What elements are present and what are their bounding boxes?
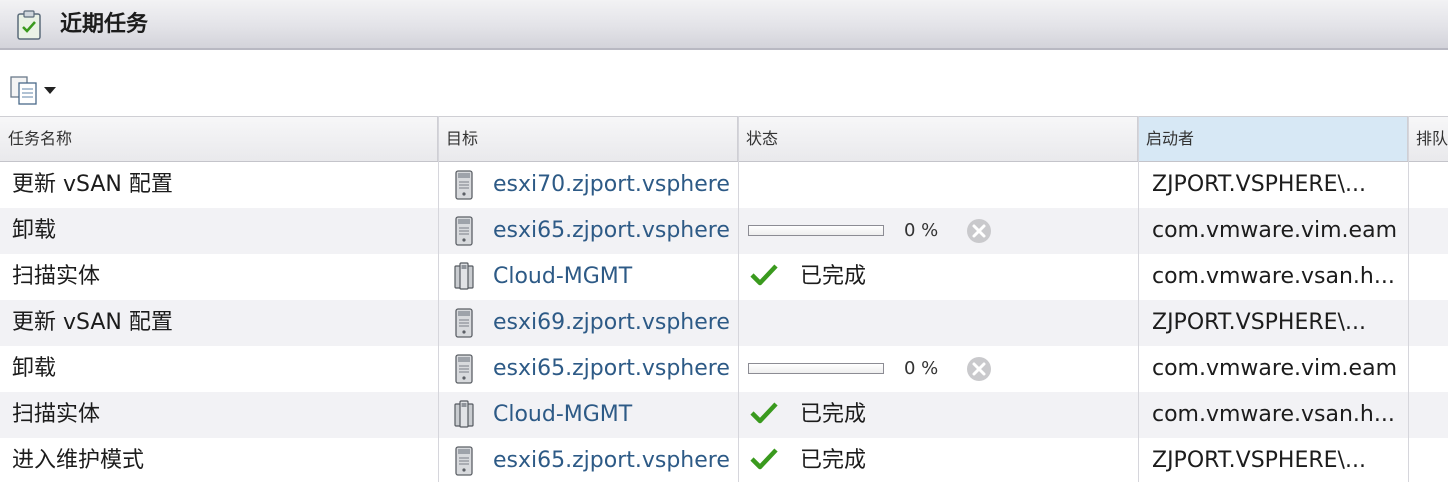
- target-cell: esxi65.zjport.vsphere: [440, 438, 738, 484]
- column-header-queued[interactable]: 排队: [1408, 117, 1448, 161]
- table-row[interactable]: 扫描实体 Cloud-MGMT 已完成 com.vmware.vsan.h...: [0, 392, 1448, 438]
- cancel-task-icon[interactable]: [966, 356, 992, 382]
- target-cell: Cloud-MGMT: [440, 254, 738, 300]
- copy-icon[interactable]: [8, 74, 40, 106]
- target-link[interactable]: esxi65.zjport.vsphere: [493, 346, 730, 392]
- column-header-task-name[interactable]: 任务名称: [0, 117, 438, 161]
- column-divider: [438, 116, 439, 482]
- panel-title: 近期任务: [60, 12, 149, 37]
- cluster-icon: [454, 400, 474, 430]
- initiator: ZJPORT.VSPHERE\...: [1152, 448, 1366, 473]
- table-header: 任务名称 目标 状态 启动者 排队: [0, 116, 1448, 162]
- status-cell: 已完成: [740, 438, 1136, 484]
- status-cell: 0 %: [740, 346, 1136, 392]
- status-cell: 已完成: [740, 254, 1136, 300]
- target-link[interactable]: esxi65.zjport.vsphere: [493, 438, 730, 484]
- progress-percent: 0 %: [904, 220, 939, 241]
- target-cell: esxi70.zjport.vsphere: [440, 162, 738, 208]
- checkmark-icon: [750, 402, 778, 424]
- status-text: 已完成: [800, 448, 867, 473]
- target-cell: esxi69.zjport.vsphere: [440, 300, 738, 346]
- target-link[interactable]: esxi69.zjport.vsphere: [493, 300, 730, 346]
- task-name: 扫描实体: [12, 402, 101, 427]
- initiator: ZJPORT.VSPHERE\...: [1152, 172, 1366, 197]
- progress-bar: [748, 363, 884, 374]
- status-cell: 已完成: [740, 392, 1136, 438]
- table-row[interactable]: 卸载 esxi65.zjport.vsphere 0 % com.vmware.vim…: [0, 208, 1448, 254]
- cluster-icon: [454, 262, 474, 292]
- task-name: 进入维护模式: [12, 448, 145, 473]
- target-link[interactable]: esxi65.zjport.vsphere: [493, 208, 730, 254]
- task-name: 扫描实体: [12, 264, 101, 289]
- host-icon: [454, 308, 474, 338]
- target-link[interactable]: esxi70.zjport.vsphere: [493, 162, 730, 208]
- task-name: 卸载: [12, 218, 57, 243]
- task-clipboard-icon: [17, 10, 41, 40]
- initiator: com.vmware.vsan.h...: [1152, 402, 1395, 427]
- table-row[interactable]: 卸载 esxi65.zjport.vsphere 0 % com.vmware.vim…: [0, 346, 1448, 392]
- target-link[interactable]: Cloud-MGMT: [493, 254, 632, 300]
- task-name: 卸载: [12, 356, 57, 381]
- checkmark-icon: [750, 448, 778, 470]
- target-cell: Cloud-MGMT: [440, 392, 738, 438]
- chevron-down-icon[interactable]: [44, 87, 56, 94]
- column-divider: [1408, 116, 1409, 482]
- table-row[interactable]: 扫描实体 Cloud-MGMT 已完成 com.vmware.vsan.h...: [0, 254, 1448, 300]
- status-cell: [740, 162, 1136, 208]
- table-row[interactable]: 更新 vSAN 配置 esxi70.zjport.vsphere ZJPORT.VS…: [0, 162, 1448, 208]
- host-icon: [454, 170, 474, 200]
- initiator: com.vmware.vim.eam: [1152, 218, 1397, 243]
- column-divider: [738, 116, 739, 482]
- panel-header: 近期任务: [0, 0, 1448, 50]
- checkmark-icon: [750, 264, 778, 286]
- initiator: com.vmware.vsan.h...: [1152, 264, 1395, 289]
- status-text: 已完成: [800, 264, 867, 289]
- table-row[interactable]: 更新 vSAN 配置 esxi69.zjport.vsphere ZJPORT.VS…: [0, 300, 1448, 346]
- status-text: 已完成: [800, 402, 867, 427]
- cancel-task-icon[interactable]: [966, 218, 992, 244]
- target-cell: esxi65.zjport.vsphere: [440, 346, 738, 392]
- progress-percent: 0 %: [904, 358, 939, 379]
- table-row[interactable]: 进入维护模式 esxi65.zjport.vsphere 已完成 ZJPORT.VSP…: [0, 438, 1448, 484]
- initiator: ZJPORT.VSPHERE\...: [1152, 310, 1366, 335]
- column-header-status[interactable]: 状态: [738, 117, 1138, 161]
- status-cell: 0 %: [740, 208, 1136, 254]
- host-icon: [454, 446, 474, 476]
- status-cell: [740, 300, 1136, 346]
- column-header-initiator[interactable]: 启动者: [1138, 117, 1408, 161]
- task-name: 更新 vSAN 配置: [12, 172, 173, 197]
- task-name: 更新 vSAN 配置: [12, 310, 173, 335]
- target-link[interactable]: Cloud-MGMT: [493, 392, 632, 438]
- target-cell: esxi65.zjport.vsphere: [440, 208, 738, 254]
- column-header-target[interactable]: 目标: [438, 117, 738, 161]
- host-icon: [454, 354, 474, 384]
- progress-bar: [748, 225, 884, 236]
- initiator: com.vmware.vim.eam: [1152, 356, 1397, 381]
- host-icon: [454, 216, 474, 246]
- column-divider: [1138, 116, 1139, 482]
- toolbar: [0, 62, 1448, 116]
